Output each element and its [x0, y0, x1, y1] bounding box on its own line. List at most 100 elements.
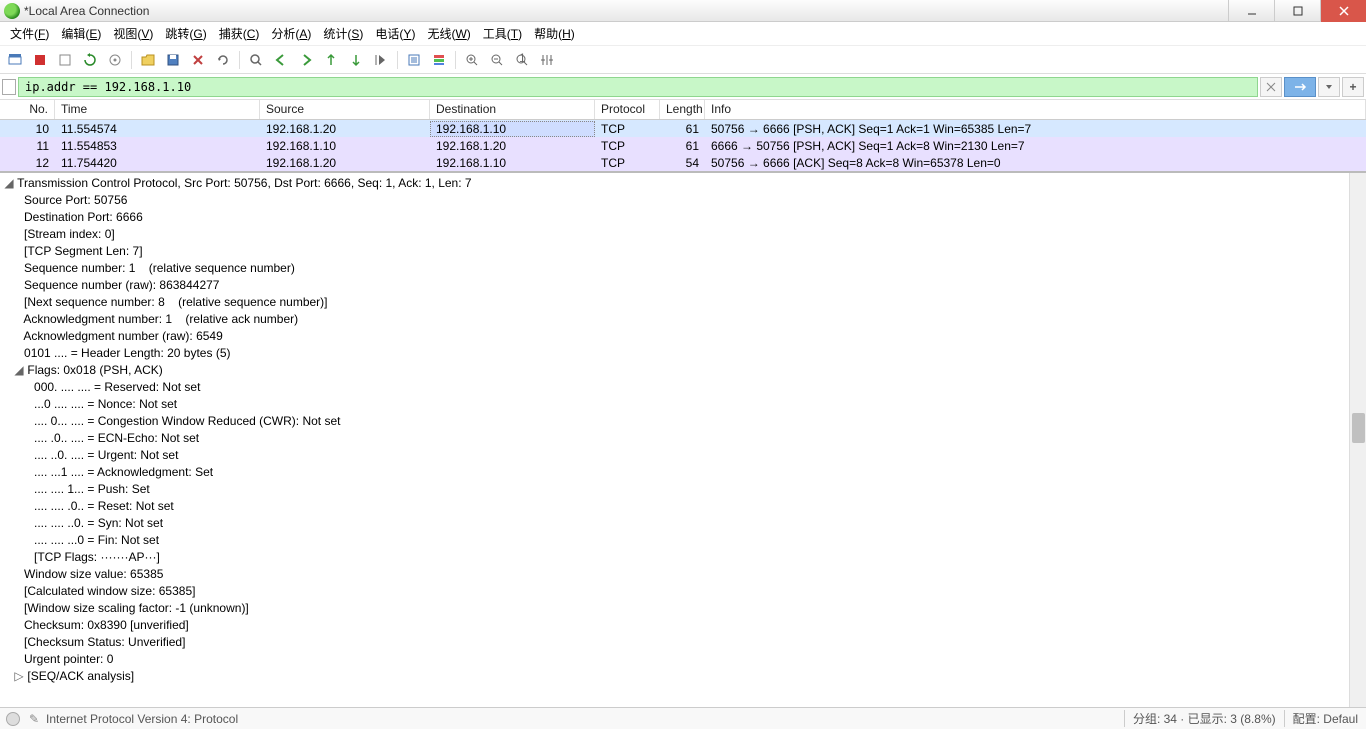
zoom-in-icon[interactable] — [461, 49, 483, 71]
detail-line[interactable]: .... ...1 .... = Acknowledgment: Set — [0, 464, 1366, 481]
detail-line[interactable]: Source Port: 50756 — [0, 192, 1366, 209]
capture-restart-icon[interactable] — [79, 49, 101, 71]
zoom-out-icon[interactable] — [486, 49, 508, 71]
menu-v[interactable]: 视图(V) — [107, 23, 159, 44]
close-button[interactable] — [1320, 0, 1366, 22]
interfaces-icon[interactable] — [4, 49, 26, 71]
packet-row[interactable]: 1211.754420192.168.1.20192.168.1.10TCP54… — [0, 154, 1366, 171]
detail-line[interactable]: [Window size scaling factor: -1 (unknown… — [0, 600, 1366, 617]
go-forward-icon[interactable] — [295, 49, 317, 71]
resize-columns-icon[interactable] — [536, 49, 558, 71]
detail-line[interactable]: [TCP Segment Len: 7] — [0, 243, 1366, 260]
packet-row[interactable]: 1011.554574192.168.1.20192.168.1.10TCP61… — [0, 120, 1366, 137]
detail-line[interactable]: [Next sequence number: 8 (relative seque… — [0, 294, 1366, 311]
open-file-icon[interactable] — [137, 49, 159, 71]
minimize-button[interactable] — [1228, 0, 1274, 22]
detail-line[interactable]: Sequence number (raw): 863844277 — [0, 277, 1366, 294]
scrollbar[interactable] — [1349, 173, 1366, 707]
col-no[interactable]: No. — [0, 100, 55, 119]
bookmark-icon[interactable] — [2, 79, 16, 95]
detail-line[interactable]: ...0 .... .... = Nonce: Not set — [0, 396, 1366, 413]
go-back-icon[interactable] — [270, 49, 292, 71]
detail-line[interactable]: Urgent pointer: 0 — [0, 651, 1366, 668]
capture-stop-icon[interactable] — [54, 49, 76, 71]
find-icon[interactable] — [245, 49, 267, 71]
detail-line[interactable]: [Calculated window size: 65385] — [0, 583, 1366, 600]
status-profile[interactable]: 配置: Defaul — [1284, 710, 1366, 727]
menu-f[interactable]: 文件(F) — [4, 23, 55, 44]
expert-info-icon[interactable] — [6, 712, 20, 726]
detail-line[interactable]: .... .... ...0 = Fin: Not set — [0, 532, 1366, 549]
detail-line[interactable]: 0101 .... = Header Length: 20 bytes (5) — [0, 345, 1366, 362]
status-text: Internet Protocol Version 4: Protocol — [42, 712, 1124, 726]
col-length[interactable]: Length — [660, 100, 705, 119]
detail-line[interactable]: ◢ Transmission Control Protocol, Src Por… — [0, 175, 1366, 192]
filter-bar: + — [0, 74, 1366, 100]
menu-h[interactable]: 帮助(H) — [528, 23, 581, 44]
detail-line[interactable]: [Stream index: 0] — [0, 226, 1366, 243]
col-destination[interactable]: Destination — [430, 100, 595, 119]
detail-line[interactable]: ▷ [SEQ/ACK analysis] — [0, 668, 1366, 685]
scroll-thumb[interactable] — [1352, 413, 1365, 443]
separator — [455, 51, 456, 69]
menu-bar: 文件(F)编辑(E)视图(V)跳转(G)捕获(C)分析(A)统计(S)电话(Y)… — [0, 22, 1366, 46]
packet-list[interactable]: 1011.554574192.168.1.20192.168.1.10TCP61… — [0, 120, 1366, 171]
capture-options-icon[interactable] — [104, 49, 126, 71]
detail-line[interactable]: Window size value: 65385 — [0, 566, 1366, 583]
packet-details[interactable]: ◢ Transmission Control Protocol, Src Por… — [0, 171, 1366, 707]
detail-line[interactable]: .... .... .0.. = Reset: Not set — [0, 498, 1366, 515]
col-info[interactable]: Info — [705, 100, 1366, 119]
maximize-button[interactable] — [1274, 0, 1320, 22]
menu-c[interactable]: 捕获(C) — [213, 23, 266, 44]
detail-line[interactable]: [Checksum Status: Unverified] — [0, 634, 1366, 651]
go-last-icon[interactable] — [370, 49, 392, 71]
auto-scroll-icon[interactable] — [403, 49, 425, 71]
display-filter-input[interactable] — [18, 77, 1258, 97]
go-to-icon[interactable] — [320, 49, 342, 71]
filter-add-button[interactable]: + — [1342, 77, 1364, 97]
title-bar: *Local Area Connection — [0, 0, 1366, 22]
detail-line[interactable]: .... .... ..0. = Syn: Not set — [0, 515, 1366, 532]
reload-icon[interactable] — [212, 49, 234, 71]
detail-line[interactable]: .... .... 1... = Push: Set — [0, 481, 1366, 498]
go-first-icon[interactable] — [345, 49, 367, 71]
menu-s[interactable]: 统计(S) — [317, 23, 369, 44]
menu-y[interactable]: 电话(Y) — [369, 23, 421, 44]
close-file-icon[interactable] — [187, 49, 209, 71]
main-toolbar: 1 — [0, 46, 1366, 74]
detail-line[interactable]: Sequence number: 1 (relative sequence nu… — [0, 260, 1366, 277]
col-protocol[interactable]: Protocol — [595, 100, 660, 119]
filter-clear-button[interactable] — [1260, 77, 1282, 97]
filter-dropdown-button[interactable] — [1318, 77, 1340, 97]
zoom-reset-icon[interactable]: 1 — [511, 49, 533, 71]
col-time[interactable]: Time — [55, 100, 260, 119]
detail-line[interactable]: ◢ Flags: 0x018 (PSH, ACK) — [0, 362, 1366, 379]
filter-apply-button[interactable] — [1284, 77, 1316, 97]
detail-line[interactable]: Acknowledgment number (raw): 6549 — [0, 328, 1366, 345]
menu-e[interactable]: 编辑(E) — [55, 23, 107, 44]
detail-line[interactable]: .... ..0. .... = Urgent: Not set — [0, 447, 1366, 464]
detail-line[interactable]: 000. .... .... = Reserved: Not set — [0, 379, 1366, 396]
window-title: *Local Area Connection — [24, 4, 1228, 18]
capture-start-icon[interactable] — [29, 49, 51, 71]
menu-t[interactable]: 工具(T) — [477, 23, 528, 44]
detail-line[interactable]: [TCP Flags: ·······AP···] — [0, 549, 1366, 566]
packet-list-header[interactable]: No. Time Source Destination Protocol Len… — [0, 100, 1366, 120]
detail-line[interactable]: Destination Port: 6666 — [0, 209, 1366, 226]
packet-row[interactable]: 1111.554853192.168.1.10192.168.1.20TCP61… — [0, 137, 1366, 154]
menu-g[interactable]: 跳转(G) — [159, 23, 212, 44]
colorize-icon[interactable] — [428, 49, 450, 71]
separator — [397, 51, 398, 69]
detail-line[interactable]: .... 0... .... = Congestion Window Reduc… — [0, 413, 1366, 430]
col-source[interactable]: Source — [260, 100, 430, 119]
menu-a[interactable]: 分析(A) — [265, 23, 317, 44]
menu-w[interactable]: 无线(W) — [421, 23, 476, 44]
detail-line[interactable]: Checksum: 0x8390 [unverified] — [0, 617, 1366, 634]
detail-line[interactable]: .... .0.. .... = ECN-Echo: Not set — [0, 430, 1366, 447]
save-file-icon[interactable] — [162, 49, 184, 71]
window-buttons — [1228, 0, 1366, 22]
status-bar: ✎ Internet Protocol Version 4: Protocol … — [0, 707, 1366, 729]
detail-line[interactable]: Acknowledgment number: 1 (relative ack n… — [0, 311, 1366, 328]
edit-icon[interactable]: ✎ — [26, 712, 42, 726]
separator — [239, 51, 240, 69]
